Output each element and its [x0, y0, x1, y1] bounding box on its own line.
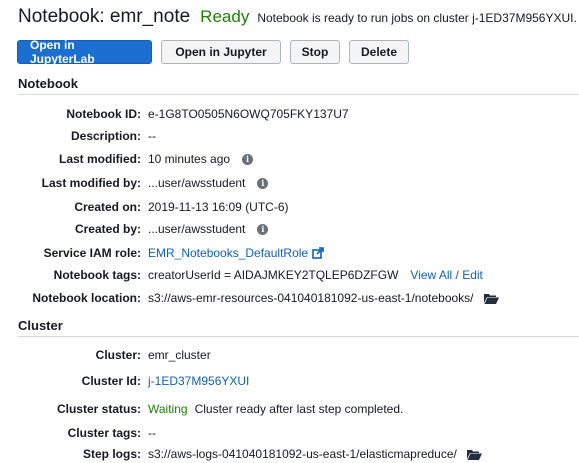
created-on-row: Created on: 2019-11-13 16:09 (UTC-6): [0, 199, 579, 215]
last-modified-by-value: ...user/awsstudent: [148, 176, 246, 190]
last-modified-by-row: Last modified by: ...user/awsstudent i: [0, 175, 579, 191]
step-logs-row: Step logs: s3://aws-logs-041040181092-us…: [0, 446, 579, 462]
last-modified-value: 10 minutes ago: [148, 152, 231, 166]
cluster-id-link[interactable]: j-1ED37M956YXUI: [148, 374, 249, 388]
step-logs-label: Step logs:: [82, 447, 141, 461]
step-logs-value: s3://aws-logs-041040181092-us-east-1/ela…: [148, 447, 457, 461]
cluster-tags-label: Cluster tags:: [67, 426, 141, 440]
notebook-status: Ready: [200, 7, 250, 26]
open-in-jupyter-button[interactable]: Open in Jupyter: [161, 40, 281, 64]
external-link-icon[interactable]: [312, 247, 324, 259]
notebook-id-label: Notebook ID:: [66, 107, 141, 121]
cluster-value: emr_cluster: [148, 348, 211, 362]
created-on-value: 2019-11-13 16:09 (UTC-6): [148, 200, 289, 214]
cluster-id-row: Cluster Id: j-1ED37M956YXUI: [0, 373, 579, 389]
notebook-tags-label: Notebook tags:: [53, 268, 141, 282]
cluster-id-label: Cluster Id:: [81, 374, 141, 388]
description-value: --: [148, 129, 156, 143]
cluster-section-title: Cluster: [18, 318, 63, 333]
cluster-tags-row: Cluster tags: --: [0, 425, 579, 441]
created-on-label: Created on:: [74, 200, 141, 214]
notebook-status-message: Notebook is ready to run jobs on cluster…: [257, 11, 577, 25]
cluster-row: Cluster: emr_cluster: [0, 347, 579, 363]
cluster-section-divider: [18, 336, 579, 337]
notebook-location-value: s3://aws-emr-resources-041040181092-us-e…: [148, 291, 474, 305]
description-label: Description:: [70, 129, 141, 143]
stop-button[interactable]: Stop: [290, 40, 340, 64]
info-icon[interactable]: i: [242, 153, 254, 165]
notebook-tags-value: creatorUserId = AIDAJMKEY2TQLEP6DZFGW: [148, 268, 399, 282]
folder-open-icon[interactable]: [466, 449, 482, 460]
info-icon[interactable]: i: [257, 177, 269, 189]
created-by-row: Created by: ...user/awsstudent i: [0, 221, 579, 237]
notebook-location-label: Notebook location:: [32, 291, 141, 305]
toolbar: Open in JupyterLab Open in Jupyter Stop …: [17, 38, 409, 66]
cluster-tags-value: --: [148, 426, 156, 440]
last-modified-label: Last modified:: [58, 152, 141, 166]
created-by-label: Created by:: [74, 222, 141, 236]
notebook-id-row: Notebook ID: e-1G8TO0505N6OWQ705FKY137U7: [0, 106, 579, 122]
notebook-section-divider: [18, 94, 579, 95]
cluster-status-message: Cluster ready after last step completed.: [194, 402, 404, 416]
info-icon[interactable]: i: [257, 223, 269, 235]
cluster-status-label: Cluster status:: [56, 402, 141, 416]
service-role-label: Service IAM role:: [43, 246, 141, 260]
view-all-edit-tags-link[interactable]: View All / Edit: [410, 268, 482, 282]
cluster-status-value: Waiting: [148, 402, 188, 416]
cluster-status-row: Cluster status: Waiting Cluster ready af…: [0, 401, 579, 417]
open-in-jupyterlab-button[interactable]: Open in JupyterLab: [17, 38, 152, 66]
delete-button[interactable]: Delete: [349, 40, 409, 64]
cluster-label: Cluster:: [95, 348, 141, 362]
description-row: Description: --: [0, 128, 579, 144]
page-title: Notebook: emr_note: [18, 6, 191, 27]
last-modified-by-label: Last modified by:: [41, 176, 141, 190]
notebook-section-title: Notebook: [18, 76, 78, 91]
notebook-tags-row: Notebook tags: creatorUserId = AIDAJMKEY…: [0, 267, 579, 283]
page-header: Notebook: emr_note Ready Notebook is rea…: [18, 6, 579, 28]
notebook-location-row: Notebook location: s3://aws-emr-resource…: [0, 290, 579, 306]
created-by-value: ...user/awsstudent: [148, 222, 246, 236]
service-role-row: Service IAM role: EMR_Notebooks_DefaultR…: [0, 245, 579, 261]
last-modified-row: Last modified: 10 minutes ago i: [0, 151, 579, 167]
service-role-link[interactable]: EMR_Notebooks_DefaultRole: [148, 246, 308, 260]
folder-open-icon[interactable]: [483, 293, 499, 304]
notebook-id-value: e-1G8TO0505N6OWQ705FKY137U7: [148, 107, 349, 121]
